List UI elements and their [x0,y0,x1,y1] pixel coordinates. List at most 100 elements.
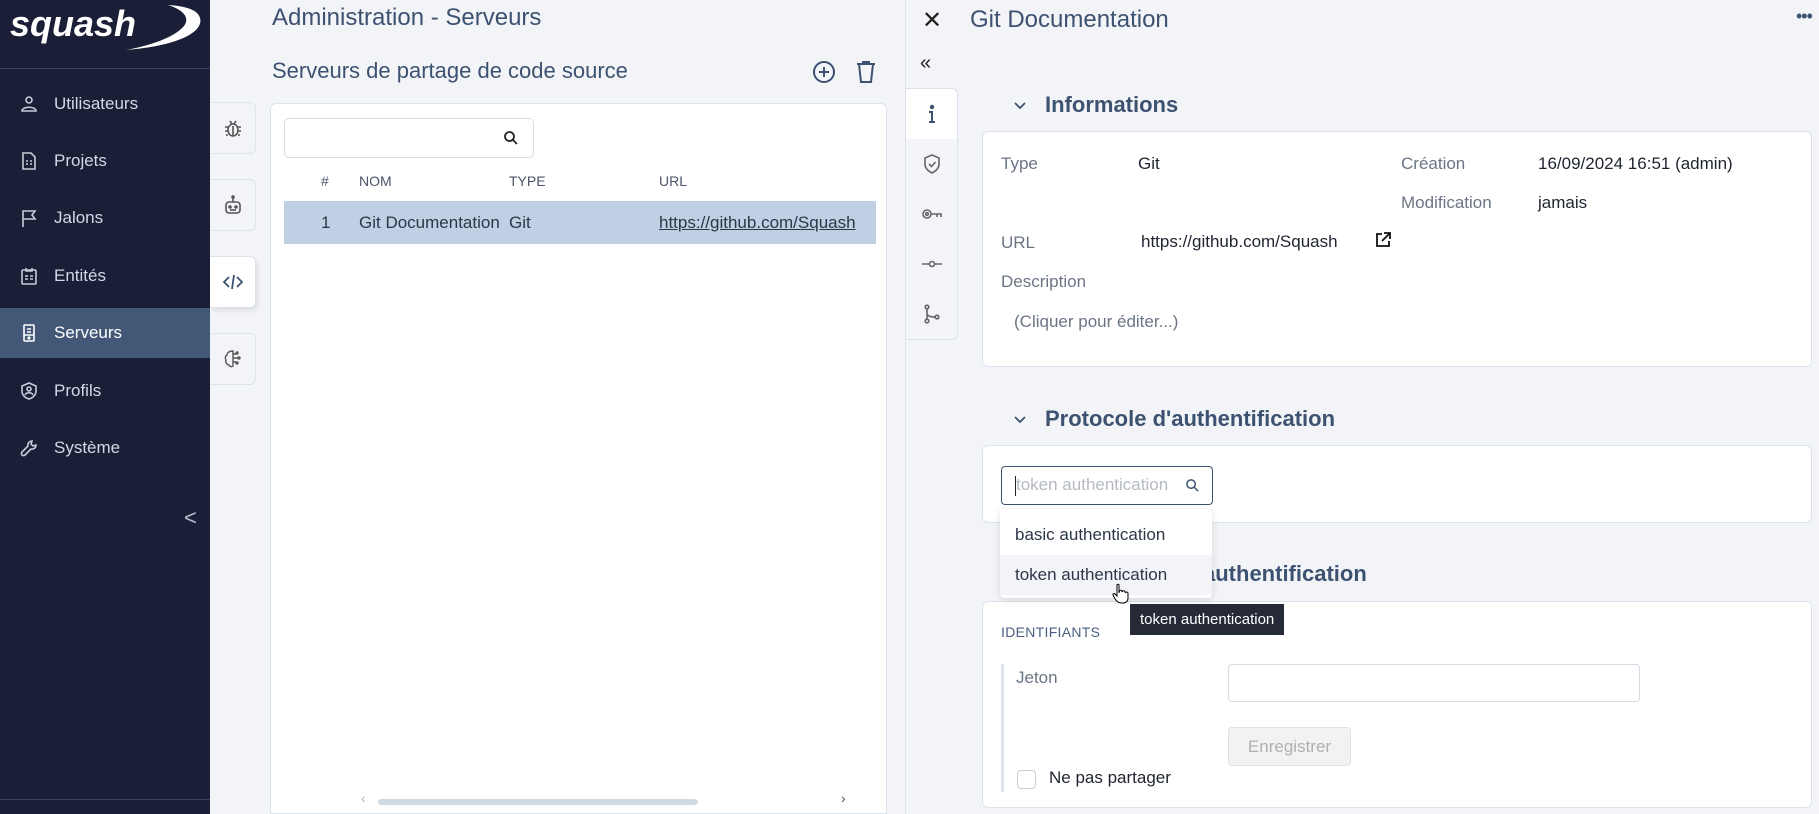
sidebar-item-systeme[interactable]: Système [0,423,210,473]
type-label: Type [1001,154,1038,173]
trash-icon [857,61,875,83]
sidebar-item-jalons[interactable]: Jalons [0,193,210,243]
option-token-authentication[interactable]: token authentication [1000,555,1212,595]
sidebar-divider [0,799,210,800]
tab-bugtracker-servers[interactable] [210,102,256,154]
logo-divider [0,68,210,69]
cell-url-link[interactable]: https://github.com/Squash [659,201,856,244]
bug-icon [224,120,241,137]
search-input[interactable] [293,119,493,155]
no-share-label[interactable]: Ne pas partager [1049,768,1171,788]
option-basic-authentication[interactable]: basic authentication [1000,515,1212,555]
hand-cursor-icon [1112,583,1129,604]
tab-informations[interactable] [906,89,957,139]
project-document-icon [19,151,39,171]
column-header-type[interactable]: TYPE [509,166,546,196]
shield-user-icon [19,381,39,401]
detail-title: Git Documentation [970,6,1169,33]
column-header-nom[interactable]: NOM [359,166,392,196]
informations-section-toggle[interactable]: Informations [1013,92,1178,118]
brain-icon [224,350,241,368]
informations-card: Type Git Création 16/09/2024 16:51 (admi… [982,131,1812,367]
modification-value: jamais [1538,193,1588,212]
token-input[interactable] [1228,664,1640,702]
search-icon[interactable] [503,130,519,146]
add-server-button[interactable] [810,58,838,86]
save-credentials-button[interactable]: Enregistrer [1228,727,1351,766]
more-options-button[interactable]: ••• [1796,6,1813,27]
tab-scm-servers[interactable] [210,256,256,308]
scroll-right-icon[interactable]: › [841,790,846,806]
page-title: Administration - Serveurs [272,4,542,31]
cell-num: 1 [321,213,331,232]
url-label: URL [1001,233,1036,252]
robot-icon [224,195,241,214]
description-editable[interactable]: (Cliquer pour éditer...) [1014,312,1178,332]
sidebar-item-label: Jalons [54,208,104,227]
collapse-panel-button[interactable]: « [920,52,931,75]
collapse-sidebar-button[interactable]: < [184,506,204,530]
chevron-down-icon [1014,102,1026,110]
no-share-checkbox[interactable] [1017,770,1036,789]
table-header: # NOM TYPE URL [284,166,876,196]
sidebar-item-label: Projets [54,151,107,170]
credentials-card: IDENTIFIANTS Jeton Enregistrer Ne pas pa… [982,601,1812,808]
sidebar-item-label: Profils [54,381,102,400]
table-row[interactable]: 1 Git Documentation Git https://github.c… [284,201,876,244]
delete-server-button[interactable] [852,58,880,86]
column-header-url[interactable]: URL [659,166,687,196]
url-value[interactable]: https://github.com/Squash [1141,232,1338,252]
column-header-num[interactable]: # [321,166,329,196]
info-icon [928,104,935,123]
detail-tabs [906,88,958,340]
search-icon [1186,479,1199,492]
sidebar-item-profils[interactable]: Profils [0,366,210,416]
sidebar-item-projets[interactable]: Projets [0,136,210,186]
squash-logo[interactable]: squash [8,2,204,54]
add-circle-icon [813,61,835,83]
protocol-section-toggle[interactable]: Protocole d'authentification [1013,406,1335,432]
close-detail-button[interactable]: ✕ [920,8,944,34]
server-icon [19,323,39,343]
select-placeholder: token authentication [1016,475,1169,494]
external-link-icon[interactable] [1374,231,1392,249]
servers-search[interactable] [284,118,534,158]
code-icon [222,274,243,290]
credentials-group-title: IDENTIFIANTS [1001,624,1101,640]
horizontal-scrollbar[interactable]: ‹ › [361,790,846,808]
sidebar: squash Utilisateurs Projets Jalons Entit… [0,0,210,814]
credentials-group-bar [1001,664,1004,792]
creation-value: 16/09/2024 16:51 (admin) [1538,154,1733,173]
auth-protocol-select[interactable]: token authentication [1001,466,1213,505]
chevron-down-icon [1014,416,1026,424]
key-icon [921,209,942,219]
informations-section-title: Informations [1045,92,1179,117]
cell-type: Git [509,213,531,232]
description-label: Description [1001,272,1087,291]
sidebar-item-serveurs[interactable]: Serveurs [0,308,210,358]
tab-auth-protocol[interactable] [906,139,957,189]
tab-ai-servers[interactable] [210,333,256,385]
creation-label: Création [1401,154,1466,173]
sidebar-item-label: Utilisateurs [54,94,139,113]
tab-credentials[interactable] [906,189,957,239]
shield-check-icon [923,154,940,174]
sidebar-item-entites[interactable]: Entités [0,251,210,301]
modification-label: Modification [1401,193,1492,212]
scrollbar-thumb[interactable] [378,799,698,805]
branch-icon [923,304,940,324]
tab-branches[interactable] [906,289,957,339]
section-title: Serveurs de partage de code source [272,58,628,83]
sidebar-item-utilisateurs[interactable]: Utilisateurs [0,79,210,129]
svg-text:squash: squash [10,3,136,44]
scroll-left-icon[interactable]: ‹ [361,790,366,806]
servers-list-card: # NOM TYPE URL 1 Git Documentation Git h… [270,103,887,814]
type-value: Git [1138,154,1160,173]
tab-automation-servers[interactable] [210,179,256,231]
flag-icon [19,208,39,228]
tab-commits[interactable] [906,239,957,289]
sidebar-item-label: Entités [54,266,106,285]
protocol-section-title: Protocole d'authentification [1045,406,1336,431]
token-label: Jeton [1016,668,1058,687]
wrench-icon [19,438,39,458]
